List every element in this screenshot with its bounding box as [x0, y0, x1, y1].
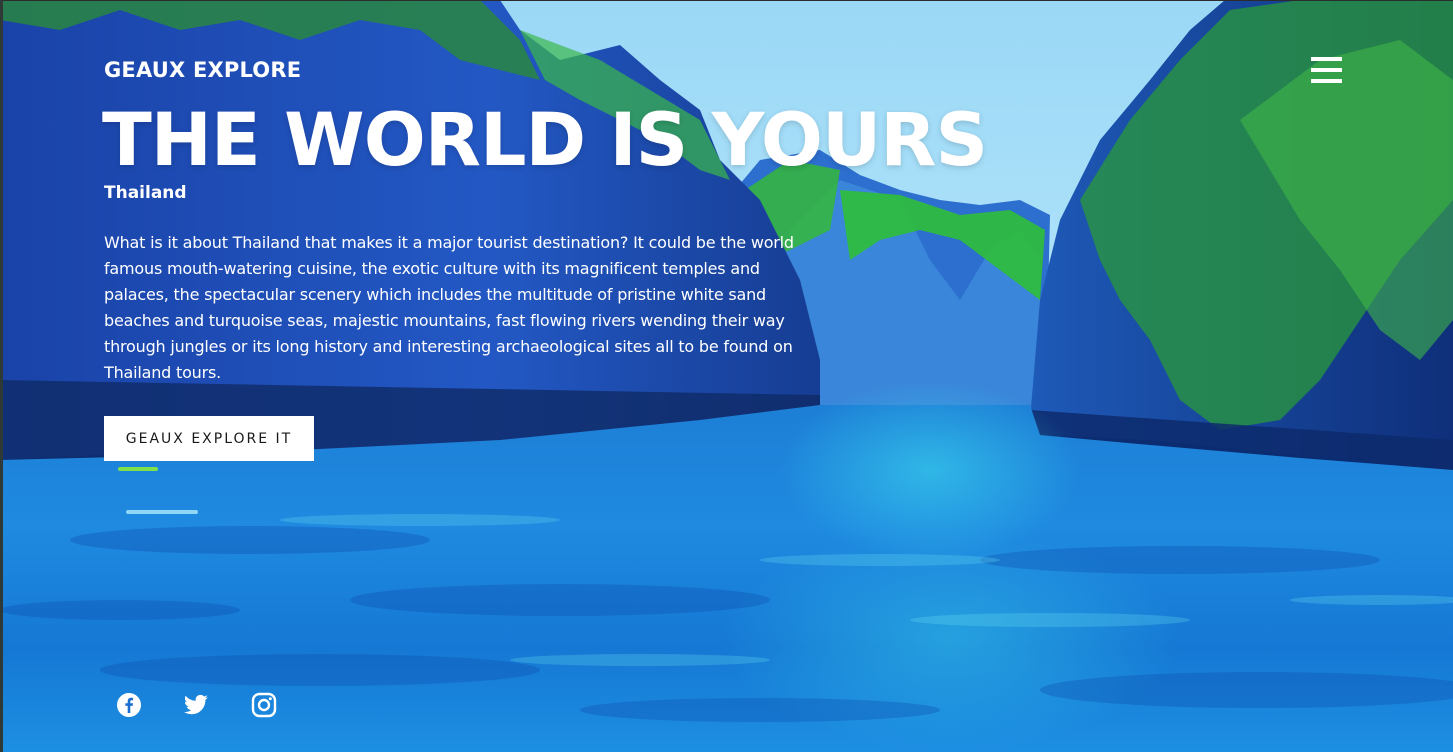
menu-bar-line	[1311, 68, 1342, 72]
twitter-icon[interactable]	[183, 692, 209, 718]
window-top-border	[0, 0, 1453, 1]
menu-bar-line	[1311, 57, 1342, 61]
window-left-border	[0, 0, 3, 752]
instagram-icon-graphic	[251, 692, 277, 718]
hero-description: What is it about Thailand that makes it …	[104, 233, 794, 382]
facebook-icon[interactable]	[116, 692, 142, 718]
location-title: Thailand	[104, 183, 187, 203]
twitter-icon-graphic	[184, 694, 208, 715]
hamburger-menu-icon[interactable]	[1311, 57, 1342, 84]
instagram-icon[interactable]	[251, 692, 277, 718]
menu-bar-line	[1311, 79, 1342, 83]
hero-headline: THE WORLD IS YOURS	[102, 98, 988, 183]
facebook-icon-graphic	[117, 693, 141, 717]
brand-logo[interactable]: GEAUX EXPLORE	[104, 58, 301, 82]
explore-it-button[interactable]: GEAUX EXPLORE IT	[104, 416, 314, 461]
